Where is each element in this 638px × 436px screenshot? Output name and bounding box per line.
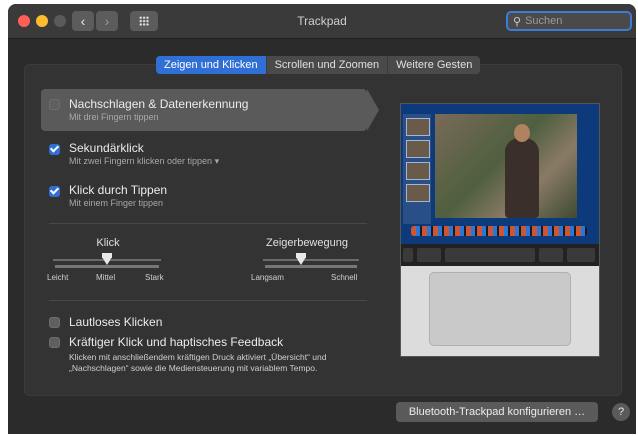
preview-trackpad xyxy=(429,272,571,346)
pointer-label-fast: Schnell xyxy=(331,273,358,282)
checkbox-nachschlagen[interactable] xyxy=(49,99,60,110)
click-label-light: Leicht xyxy=(47,273,69,282)
option-subtitle: Mit einem Finger tippen xyxy=(69,198,164,208)
preview-dock xyxy=(411,226,587,236)
preview-key xyxy=(539,248,563,262)
force-click-description: Klicken mit anschließendem kräftigen Dru… xyxy=(69,352,327,373)
title-bar: ‹ › Trackpad ⚲ xyxy=(8,4,636,39)
click-label-strong: Stark xyxy=(145,273,164,282)
checkbox-kraeftiger-klick[interactable] xyxy=(49,337,60,348)
click-slider-ticks xyxy=(55,265,159,268)
pointer-speed-slider[interactable] xyxy=(263,259,359,261)
dropdown-value: Mit zwei Fingern klicken oder tippen xyxy=(69,156,213,166)
gesture-preview-video xyxy=(400,103,600,357)
checkbox-sekundaerklick[interactable] xyxy=(49,144,60,155)
click-label-medium: Mittel xyxy=(96,273,116,282)
preview-screen xyxy=(401,104,599,244)
option-title: Sekundärklick xyxy=(69,141,144,155)
secondary-click-dropdown[interactable]: Mit zwei Fingern klicken oder tippen ▾ xyxy=(69,156,219,167)
tab-weitere-gesten[interactable]: Weitere Gesten xyxy=(388,56,480,74)
preview-person xyxy=(505,124,539,218)
chevron-down-icon: ▾ xyxy=(214,156,220,166)
preview-thumbnail xyxy=(406,184,430,202)
pointer-label-slow: Langsam xyxy=(251,273,284,282)
option-title: Kräftiger Klick und haptisches Feedback xyxy=(69,335,284,349)
option-subtitle: Mit drei Fingern tippen xyxy=(69,112,159,122)
pointer-slider-ticks xyxy=(265,265,357,268)
click-slider-title: Klick xyxy=(96,237,120,249)
search-input[interactable] xyxy=(523,14,618,28)
preview-key xyxy=(417,248,441,262)
preview-key xyxy=(445,248,535,262)
tab-zeigen-und-klicken[interactable]: Zeigen und Klicken xyxy=(156,56,267,74)
preview-keyboard xyxy=(401,244,599,266)
preview-thumbnail xyxy=(406,162,430,180)
divider xyxy=(49,300,367,301)
pointer-slider-knob[interactable] xyxy=(296,253,306,265)
pointer-slider-title: Zeigerbewegung xyxy=(266,237,348,249)
help-button[interactable]: ? xyxy=(612,403,630,421)
settings-panel: Nachschlagen & Datenerkennung Mit drei F… xyxy=(24,64,622,396)
option-title: Nachschlagen & Datenerkennung xyxy=(69,97,249,111)
tab-bar: Zeigen und Klicken Scrollen und Zoomen W… xyxy=(156,56,481,74)
checkbox-lautloses-klicken[interactable] xyxy=(49,317,60,328)
configure-bluetooth-trackpad-button[interactable]: Bluetooth-Trackpad konfigurieren … xyxy=(396,402,598,422)
search-icon: ⚲ xyxy=(513,15,522,28)
search-field[interactable]: ⚲ xyxy=(506,11,632,31)
option-title: Lautloses Klicken xyxy=(69,315,163,329)
divider xyxy=(49,223,367,224)
option-title: Klick durch Tippen xyxy=(69,183,168,197)
click-slider-knob[interactable] xyxy=(102,253,112,265)
preview-photo xyxy=(435,114,577,218)
preview-sidebar xyxy=(403,114,431,224)
preview-thumbnail xyxy=(406,140,430,158)
preview-key xyxy=(403,248,413,262)
tab-scrollen-und-zoomen[interactable]: Scrollen und Zoomen xyxy=(267,56,389,74)
highlight-pointer xyxy=(367,89,379,131)
preview-key xyxy=(567,248,595,262)
preview-thumbnail xyxy=(406,118,430,136)
preferences-window: ‹ › Trackpad ⚲ Zeigen und Klicken Scroll… xyxy=(8,4,636,434)
checkbox-klick-durch-tippen[interactable] xyxy=(49,186,60,197)
